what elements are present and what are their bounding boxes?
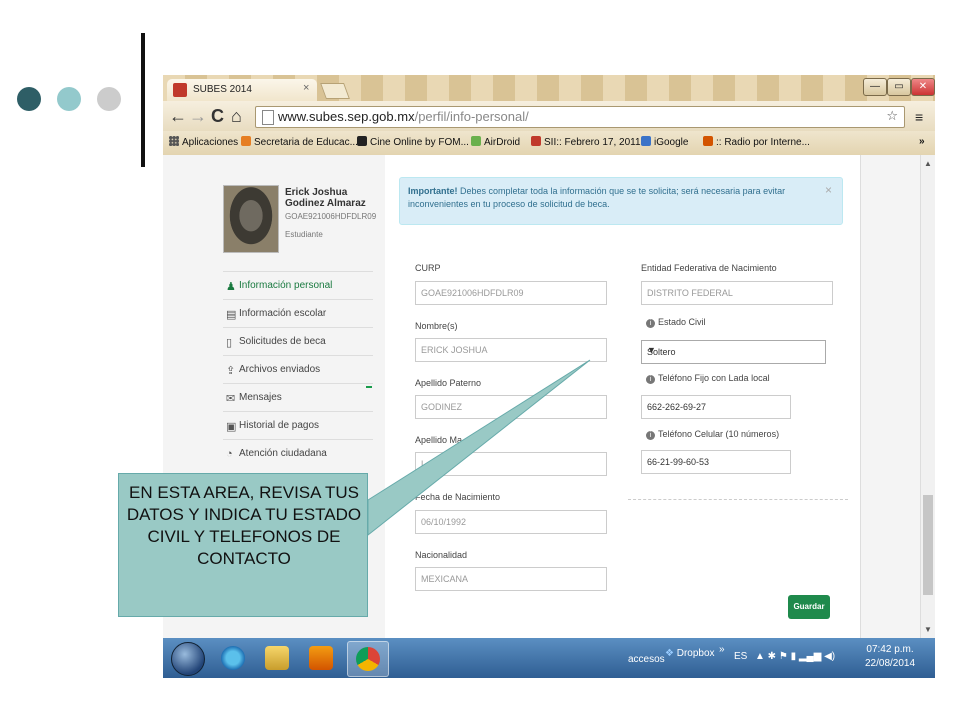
callout-text: EN ESTA AREA, REVISA TUS DATOS Y INDICA … [126, 483, 362, 568]
instruction-callout: EN ESTA AREA, REVISA TUS DATOS Y INDICA … [118, 473, 368, 617]
